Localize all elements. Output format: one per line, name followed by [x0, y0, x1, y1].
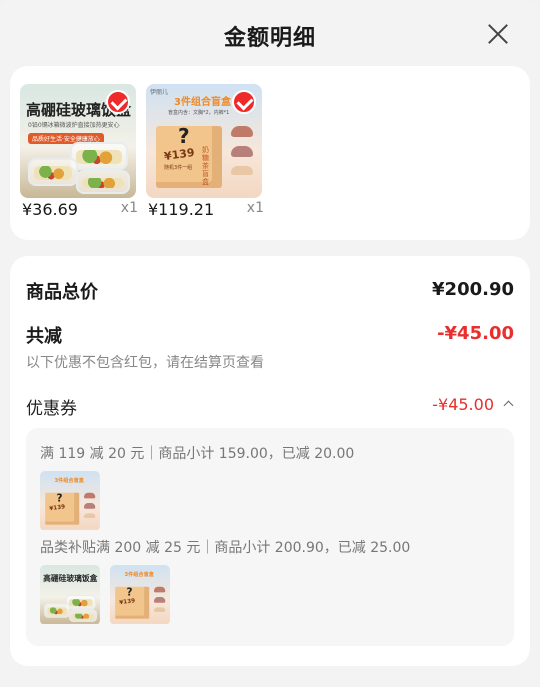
total-price-label: 商品总价: [26, 282, 98, 303]
bowl-image: [70, 142, 128, 170]
product-item-blind-box[interactable]: 伊丽儿 3件组合盲盒 盲盒内含：文胸*2，内裤*1 ? ¥139 随机3件一组 …: [146, 84, 264, 219]
coupon-item-thumbnail: 3件组合盲盒 ? ¥139: [110, 565, 170, 625]
coupon-item-thumbnail: 3件组合盲盒 ? ¥139: [40, 471, 100, 531]
amount-detail-sheet: 金额明细 高硼硅玻璃饭盒 0铅0镉冰箱微波炉直接加热更安心 品质好生活·安全健康…: [0, 0, 540, 687]
thumb-line: 随机3件一组: [164, 165, 193, 171]
bra-image: [231, 126, 253, 137]
sheet-header: 金额明细: [0, 0, 540, 66]
thumb-subtitle: 0铅0镉冰箱微波炉直接加热更安心: [28, 122, 120, 129]
product-price: ¥119.21: [148, 200, 215, 219]
product-list-card: 高硼硅玻璃饭盒 0铅0镉冰箱微波炉直接加热更安心 品质好生活·安全健康放心 ¥3…: [10, 66, 530, 240]
amount-detail-card: 商品总价 ¥200.90 共减 -¥45.00 以下优惠不包含红包，请在结算页查…: [10, 256, 530, 666]
bra-image: [231, 146, 253, 157]
coupon-label: 优惠券: [26, 399, 77, 419]
coupon-value[interactable]: -¥45.00: [432, 395, 494, 414]
discount-label: 共减: [26, 326, 62, 347]
coupon-rules-panel: 满 119 减 20 元｜商品小计 159.00，已减 20.00 3件组合盲盒…: [26, 428, 514, 646]
bowl-image: [28, 158, 78, 186]
chevron-up-icon[interactable]: [503, 400, 514, 411]
thumb-title: 3件组合盲盒: [174, 97, 231, 108]
discount-value: -¥45.00: [437, 323, 514, 344]
product-quantity: x1: [246, 200, 264, 216]
product-thumbnail: 伊丽儿 3件组合盲盒 盲盒内含：文胸*2，内裤*1 ? ¥139 随机3件一组 …: [146, 84, 262, 198]
product-quantity: x1: [120, 200, 138, 216]
coupon-rule-text: 品类补贴满 200 减 25 元｜商品小计 200.90，已减 25.00: [40, 540, 411, 556]
underwear-image: [231, 166, 253, 175]
total-price-value: ¥200.90: [432, 279, 514, 300]
selected-check-icon: [106, 90, 130, 114]
coupon-rule-text: 满 119 减 20 元｜商品小计 159.00，已减 20.00: [40, 446, 355, 462]
product-item-glass-bowl[interactable]: 高硼硅玻璃饭盒 0铅0镉冰箱微波炉直接加热更安心 品质好生活·安全健康放心 ¥3…: [20, 84, 138, 219]
bowl-image: [76, 170, 130, 194]
thumb-side-text: 奶糖茶盲盒: [202, 146, 209, 186]
thumb-brand: 伊丽儿: [150, 89, 169, 96]
discount-note: 以下优惠不包含红包，请在结算页查看: [26, 355, 264, 371]
box-image: ? ¥139 随机3件一组 奶糖茶盲盒: [156, 124, 222, 188]
coupon-item-thumbnail: 高硼硅玻璃饭盒: [40, 565, 100, 625]
sheet-title: 金额明细: [223, 26, 316, 51]
product-price: ¥36.69: [22, 200, 78, 219]
thumb-price: ¥139: [163, 145, 196, 164]
close-icon[interactable]: [486, 22, 510, 46]
selected-check-icon: [232, 90, 256, 114]
product-thumbnail: 高硼硅玻璃饭盒 0铅0镉冰箱微波炉直接加热更安心 品质好生活·安全健康放心: [20, 84, 136, 198]
thumb-subtitle: 盲盒内含：文胸*2，内裤*1: [168, 110, 230, 116]
